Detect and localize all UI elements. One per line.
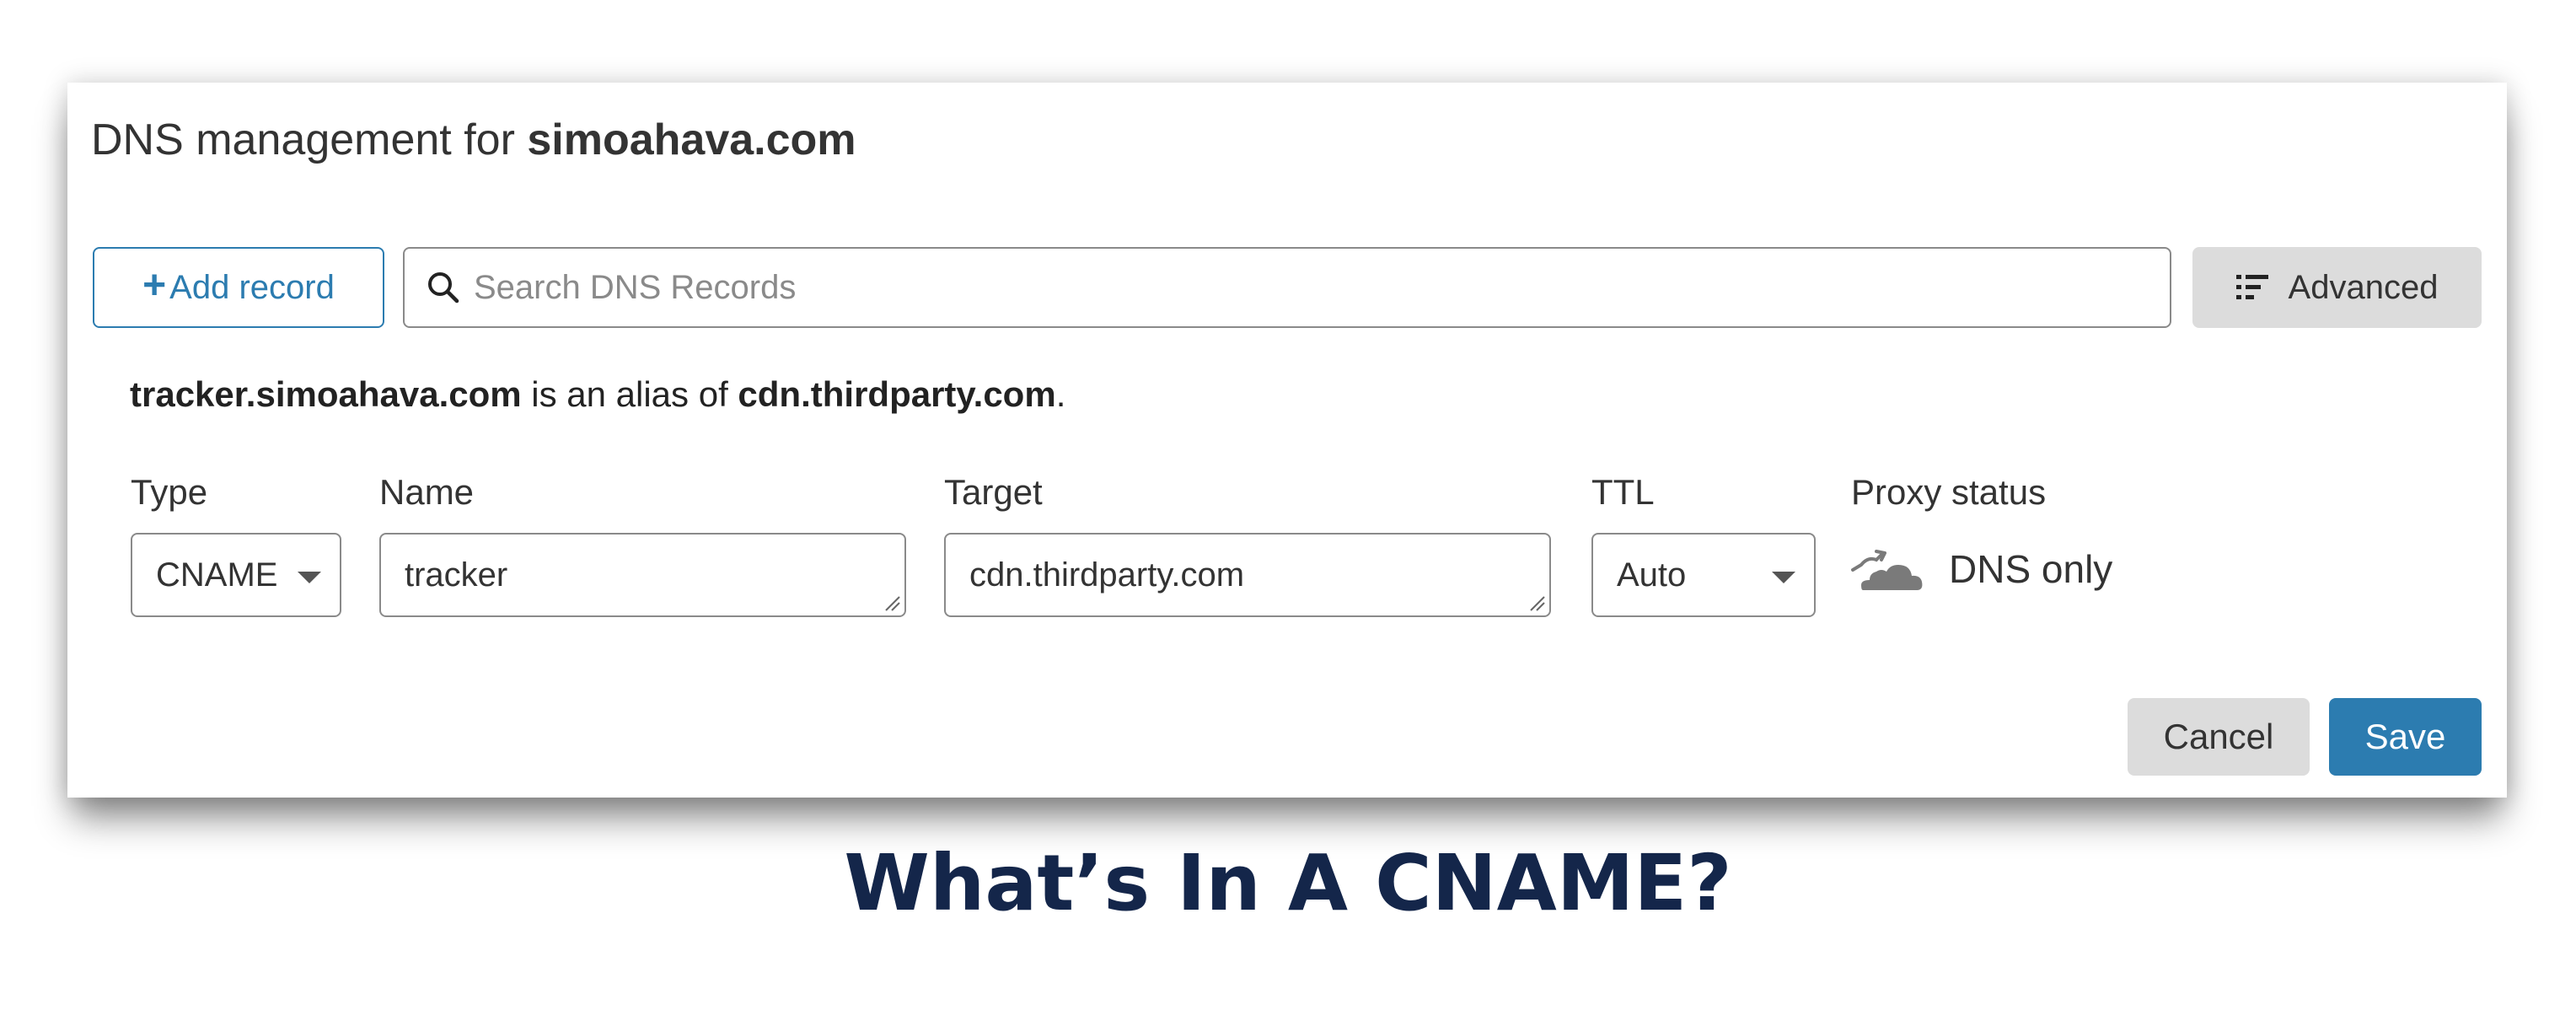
ttl-select-value: Auto: [1617, 556, 1687, 594]
type-select-value: CNAME: [156, 556, 278, 594]
title-prefix: DNS management for: [91, 116, 528, 164]
list-filter-icon: [2235, 275, 2268, 299]
ttl-select[interactable]: Auto: [1591, 533, 1816, 617]
alias-target: cdn.thirdparty.com: [738, 374, 1056, 414]
search-input[interactable]: [472, 267, 2077, 308]
proxy-status[interactable]: DNS only: [1851, 545, 2112, 594]
cloud-bypass-icon: [1851, 550, 1923, 590]
advanced-button[interactable]: Advanced: [2192, 247, 2482, 328]
name-label: Name: [379, 472, 475, 512]
resize-handle-icon[interactable]: [883, 594, 901, 612]
search-box[interactable]: [403, 247, 2171, 328]
stage: DNS management for simoahava.com + Add r…: [0, 0, 2576, 1010]
target-field-value: cdn.thirdparty.com: [969, 556, 1245, 594]
type-select[interactable]: CNAME: [131, 533, 341, 617]
advanced-label: Advanced: [2288, 268, 2439, 306]
cancel-button[interactable]: Cancel: [2128, 698, 2310, 776]
alias-end: .: [1055, 374, 1066, 414]
add-record-label: Add record: [169, 268, 335, 306]
add-record-button[interactable]: + Add record: [93, 247, 384, 328]
chevron-down-icon: [1772, 572, 1795, 583]
proxy-status-value: DNS only: [1949, 547, 2113, 591]
alias-middle: is an alias of: [521, 374, 738, 414]
chevron-down-icon: [298, 572, 321, 583]
type-label: Type: [131, 472, 208, 512]
resize-handle-icon[interactable]: [1527, 594, 1546, 612]
ttl-label: TTL: [1591, 472, 1655, 512]
target-label: Target: [944, 472, 1043, 512]
save-button[interactable]: Save: [2329, 698, 2482, 776]
plus-icon: +: [142, 263, 167, 308]
alias-host: tracker.simoahava.com: [130, 374, 522, 414]
proxy-status-label: Proxy status: [1851, 472, 2047, 512]
dns-record-dialog: DNS management for simoahava.com + Add r…: [67, 83, 2507, 798]
name-field[interactable]: tracker: [379, 533, 906, 617]
alias-notice: tracker.simoahava.com is an alias of cdn…: [130, 374, 1065, 415]
name-field-value: tracker: [405, 556, 508, 594]
search-icon: [428, 272, 459, 304]
title-domain: simoahava.com: [527, 116, 856, 164]
caption-heading: What’s In A CNAME?: [844, 838, 1732, 928]
dialog-title: DNS management for simoahava.com: [91, 115, 856, 165]
target-field[interactable]: cdn.thirdparty.com: [944, 533, 1551, 617]
